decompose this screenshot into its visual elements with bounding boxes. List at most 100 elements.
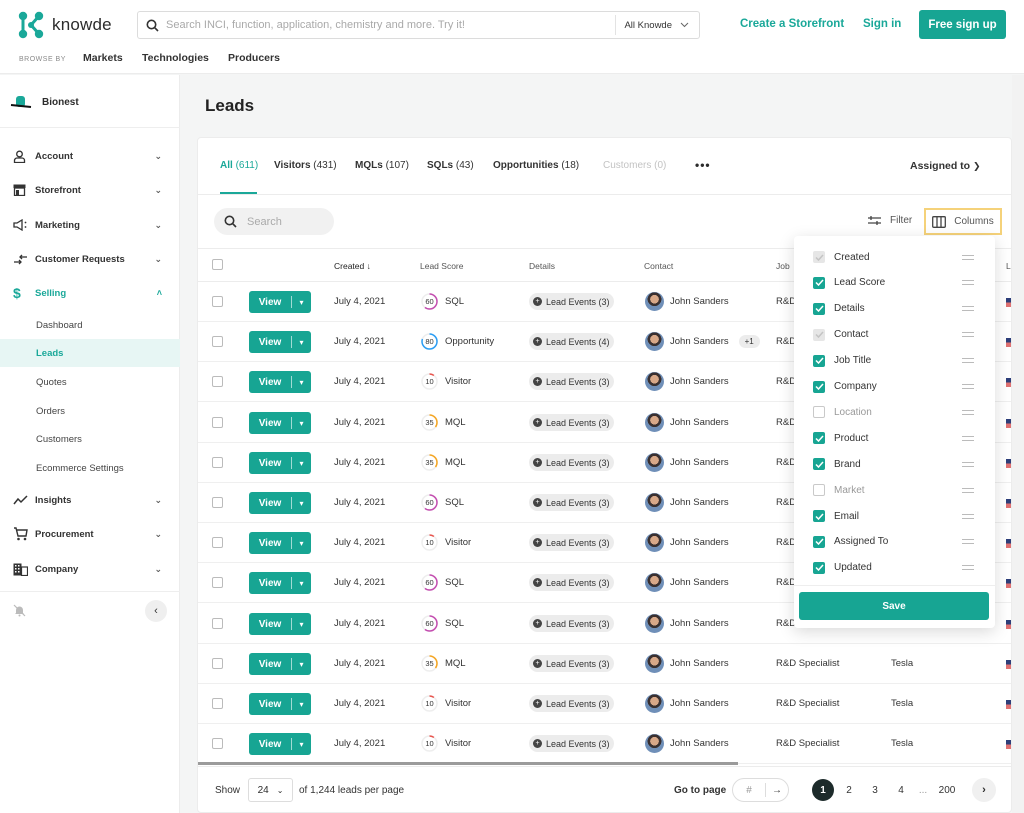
contact-cell[interactable]: John Sanders (645, 734, 729, 753)
column-option[interactable]: Lead Score (794, 270, 995, 296)
column-header-contact[interactable]: Contact (644, 261, 673, 271)
column-checkbox[interactable] (813, 484, 825, 497)
lead-events-chip[interactable]: + Lead Events (3) (529, 454, 614, 471)
global-search[interactable]: Search INCI, function, application, chem… (137, 11, 700, 39)
tab-mqls[interactable]: MQLs (107) (355, 160, 409, 171)
contact-cell[interactable]: John Sanders (645, 533, 729, 552)
lead-events-chip[interactable]: + Lead Events (3) (529, 695, 614, 712)
contact-cell[interactable]: John Sanders (645, 573, 729, 592)
contact-cell[interactable]: John Sanders (645, 413, 729, 432)
page-2[interactable]: 2 (838, 779, 860, 801)
drag-handle-icon[interactable] (962, 461, 974, 467)
sidebar-sub-customers[interactable]: Customers (0, 425, 180, 453)
column-checkbox[interactable] (813, 432, 825, 445)
table-row[interactable]: View ▾ July 4, 2021 35 MQL + Lead Events (3) Jo… (198, 644, 1011, 684)
page-number-input[interactable]: # (733, 785, 765, 796)
column-checkbox[interactable] (813, 535, 825, 548)
tab-visitors[interactable]: Visitors (431) (274, 160, 337, 171)
knowde-logo[interactable]: knowde (18, 11, 112, 39)
row-checkbox[interactable] (212, 417, 223, 428)
page-4[interactable]: 4 (890, 779, 912, 801)
create-storefront-link[interactable]: Create a Storefront (740, 18, 844, 30)
contact-cell[interactable]: John Sanders (645, 292, 729, 311)
column-option[interactable]: Product (794, 425, 995, 451)
page-scrollbar-track[interactable] (1012, 75, 1024, 813)
view-button[interactable]: View ▾ (249, 572, 311, 594)
chevron-down-icon[interactable]: ▾ (292, 338, 311, 347)
drag-handle-icon[interactable] (962, 332, 974, 338)
filter-button[interactable]: Filter (867, 215, 912, 226)
collapse-sidebar-button[interactable]: ‹ (145, 600, 167, 622)
column-option[interactable]: Job Title (794, 348, 995, 374)
go-to-page-input[interactable]: # → (732, 778, 789, 802)
view-button[interactable]: View ▾ (249, 291, 311, 313)
drag-handle-icon[interactable] (962, 435, 974, 441)
contact-cell[interactable]: John Sanders (645, 493, 729, 512)
per-page-select[interactable]: 24 ⌄ (248, 778, 293, 802)
lead-events-chip[interactable]: + Lead Events (3) (529, 615, 614, 632)
chevron-down-icon[interactable]: ▾ (292, 298, 311, 307)
sign-in-link[interactable]: Sign in (863, 18, 901, 30)
row-checkbox[interactable] (212, 658, 223, 669)
drag-handle-icon[interactable] (962, 565, 974, 571)
sidebar-item-marketing[interactable]: Marketing ⌄ (0, 213, 180, 237)
column-option[interactable]: Contact (794, 322, 995, 348)
contact-cell[interactable]: John Sanders (645, 372, 729, 391)
contact-cell[interactable]: John Sanders (645, 694, 729, 713)
drag-handle-icon[interactable] (962, 487, 974, 493)
lead-events-chip[interactable]: + Lead Events (3) (529, 414, 614, 431)
page-3[interactable]: 3 (864, 779, 886, 801)
chevron-down-icon[interactable]: ▾ (292, 459, 311, 468)
view-button[interactable]: View ▾ (249, 412, 311, 434)
chevron-down-icon[interactable]: ▾ (292, 539, 311, 548)
column-option[interactable]: Created (794, 244, 995, 270)
search-scope-select[interactable]: All Knowde (615, 15, 699, 35)
more-tabs-button[interactable]: ••• (695, 158, 711, 172)
column-option[interactable]: Company (794, 374, 995, 400)
browse-markets[interactable]: Markets (83, 52, 123, 64)
column-header-lead-score[interactable]: Lead Score (420, 261, 463, 271)
search-input[interactable]: Search INCI, function, application, chem… (166, 19, 615, 31)
view-button[interactable]: View ▾ (249, 331, 311, 353)
lead-events-chip[interactable]: + Lead Events (4) (529, 333, 614, 350)
sidebar-sub-dashboard[interactable]: Dashboard (0, 311, 180, 339)
sidebar-item-insights[interactable]: Insights ⌄ (0, 488, 180, 512)
contact-cell[interactable]: John Sanders +1 (645, 332, 760, 351)
row-checkbox[interactable] (212, 618, 223, 629)
company-brand[interactable]: Bionest (10, 95, 79, 109)
column-checkbox[interactable] (813, 276, 825, 289)
sidebar-item-selling[interactable]: $ Selling ˄ (0, 281, 180, 305)
chevron-down-icon[interactable]: ▾ (292, 499, 311, 508)
row-checkbox[interactable] (212, 537, 223, 548)
chevron-down-icon[interactable]: ▾ (292, 620, 311, 629)
column-checkbox[interactable] (813, 510, 825, 522)
column-header-created[interactable]: Created ↓ (334, 261, 371, 271)
chevron-down-icon[interactable]: ▾ (292, 419, 311, 428)
view-button[interactable]: View ▾ (249, 532, 311, 554)
contact-cell[interactable]: John Sanders (645, 654, 729, 673)
lead-events-chip[interactable]: + Lead Events (3) (529, 735, 614, 752)
view-button[interactable]: View ▾ (249, 613, 311, 635)
extra-contacts-badge[interactable]: +1 (738, 335, 760, 348)
notifications-off-icon[interactable] (13, 604, 26, 622)
lead-events-chip[interactable]: + Lead Events (3) (529, 494, 614, 511)
columns-button[interactable]: Columns (924, 208, 1002, 235)
view-button[interactable]: View ▾ (249, 733, 311, 755)
lead-events-chip[interactable]: + Lead Events (3) (529, 574, 614, 591)
sidebar-sub-orders[interactable]: Orders (0, 397, 180, 425)
sidebar-item-storefront[interactable]: Storefront ⌄ (0, 178, 180, 202)
drag-handle-icon[interactable] (962, 384, 974, 389)
column-checkbox[interactable] (813, 380, 825, 393)
chevron-down-icon[interactable]: ▾ (292, 579, 311, 588)
column-option[interactable]: Updated (794, 555, 995, 581)
page-200[interactable]: 200 (936, 779, 958, 801)
drag-handle-icon[interactable] (962, 513, 974, 519)
select-all-checkbox[interactable] (212, 259, 223, 270)
column-option[interactable]: Email (794, 503, 995, 529)
column-header-details[interactable]: Details (529, 261, 555, 271)
column-option[interactable]: Brand (794, 451, 995, 477)
sidebar-sub-leads[interactable]: Leads (0, 339, 180, 367)
free-signup-button[interactable]: Free sign up (919, 10, 1006, 39)
sidebar-item-customer-requests[interactable]: Customer Requests ⌄ (0, 247, 180, 271)
column-option[interactable]: Location (794, 399, 995, 425)
